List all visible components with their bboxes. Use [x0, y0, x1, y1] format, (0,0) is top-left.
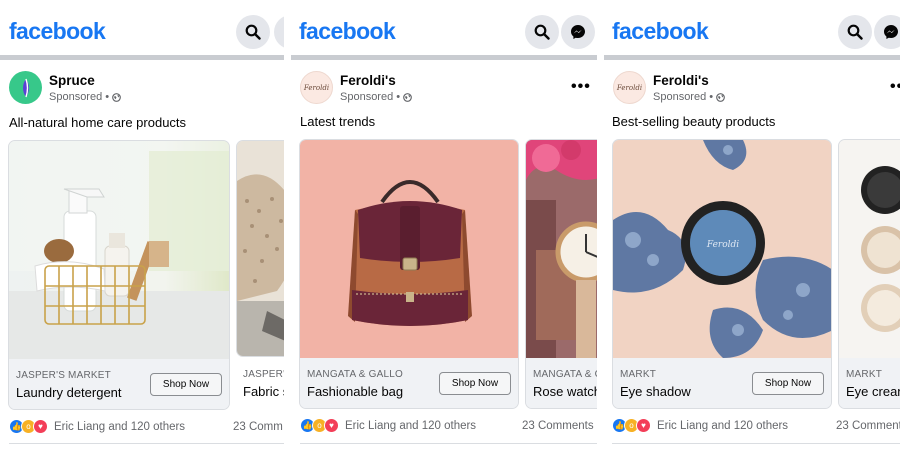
reaction-names: Eric Liang and 120 others — [54, 420, 186, 433]
card-footer: MARKT Eye shadow Shop Now — [613, 358, 831, 408]
comments-count[interactable]: 23 Comment — [836, 420, 900, 432]
app-header: facebook — [291, 0, 597, 55]
more-icon: •• — [890, 78, 900, 95]
shop-now-button[interactable]: Shop Now — [439, 372, 511, 395]
facebook-logo[interactable]: facebook — [9, 18, 106, 45]
carousel-card[interactable]: JASPER'S MARKET Laundry detergent Shop N… — [8, 140, 230, 410]
facebook-logo[interactable]: facebook — [612, 18, 709, 45]
more-options-button[interactable]: ••• — [571, 78, 591, 96]
sponsored-label: Sponsored • — [340, 91, 412, 103]
globe-icon — [112, 92, 121, 102]
ad-panel-feroldis-beauty: facebook Feroldi Feroldi's Sponsored • •… — [604, 0, 900, 450]
carousel-card[interactable]: Feroldi MARKT Eye shadow Shop Now — [612, 139, 832, 409]
product-name: Eye shadow — [620, 384, 691, 399]
product-image-bag — [300, 140, 518, 358]
sponsored-text: Sponsored • — [653, 91, 714, 103]
search-button[interactable] — [236, 15, 270, 49]
love-reaction-icon: ♥ — [33, 419, 48, 434]
messenger-icon — [571, 25, 585, 39]
sponsored-text: Sponsored • — [340, 91, 401, 103]
carousel-card[interactable]: MANGATA & GALLO Fashionable bag Shop Now — [299, 139, 519, 409]
card-footer: MANGATA & G Rose watch — [526, 358, 597, 408]
card-footer: JASPER'S MARKET Laundry detergent Shop N… — [9, 359, 229, 409]
product-name: Rose watch — [533, 384, 597, 399]
avatar[interactable]: Feroldi — [300, 71, 333, 104]
card-footer: MANGATA & GALLO Fashionable bag Shop Now — [300, 358, 518, 408]
product-image-laundry — [9, 141, 229, 359]
product-image-eyecream — [839, 140, 900, 358]
product-name: Laundry detergent — [16, 385, 122, 400]
post-header: Feroldi Feroldi's Sponsored • ••• — [291, 60, 597, 112]
comments-count[interactable]: 23 Comm — [233, 421, 283, 433]
post-divider — [300, 443, 597, 444]
messenger-icon — [884, 25, 898, 39]
reaction-summary[interactable]: 👍 o ♥ Eric Liang and 120 others — [9, 419, 185, 434]
post-header: Feroldi Feroldi's Sponsored • •• — [604, 60, 900, 112]
shop-name: JASPER'S — [243, 369, 284, 380]
carousel-card[interactable] — [236, 140, 284, 357]
product-image-watch — [526, 140, 597, 358]
comments-count[interactable]: 23 Comments — [522, 420, 594, 432]
globe-icon — [403, 92, 412, 102]
product-image-fabric — [237, 141, 284, 356]
shop-name: MANGATA & GALLO — [307, 369, 403, 380]
carousel-card[interactable]: MANGATA & G Rose watch — [525, 139, 597, 409]
shop-name: MARKT — [846, 369, 882, 380]
product-name: Eye crean — [846, 384, 900, 399]
more-options-button[interactable]: •• — [890, 78, 900, 96]
love-reaction-icon: ♥ — [636, 418, 651, 433]
post-divider — [612, 443, 900, 444]
sponsored-label: Sponsored • — [49, 91, 121, 103]
product-name: Fabric s — [243, 384, 284, 399]
post-text: Latest trends — [300, 114, 376, 129]
search-icon — [245, 24, 261, 40]
product-name: Fashionable bag — [307, 384, 404, 399]
reaction-names: Eric Liang and 120 others — [345, 419, 477, 432]
sponsored-label: Sponsored • — [653, 91, 725, 103]
product-image-eyeshadow: Feroldi — [613, 140, 831, 358]
reaction-summary[interactable]: 👍 o ♥ Eric Liang and 120 others — [300, 418, 476, 433]
search-icon — [534, 24, 550, 40]
reaction-summary[interactable]: 👍 o ♥ Eric Liang and 120 others — [612, 418, 788, 433]
ad-panel-spruce: facebook Spruce Sponsored • All-natural … — [0, 0, 284, 450]
post-text: Best-selling beauty products — [612, 114, 776, 129]
more-icon: ••• — [571, 78, 591, 95]
post-text: All-natural home care products — [9, 115, 187, 130]
page-name[interactable]: Spruce — [49, 73, 95, 88]
search-icon — [847, 24, 863, 40]
page-name[interactable]: Feroldi's — [340, 73, 396, 88]
app-header: facebook — [0, 0, 284, 55]
messenger-button[interactable] — [874, 15, 900, 49]
compact-brand-imprint: Feroldi — [706, 240, 739, 250]
facebook-logo[interactable]: facebook — [299, 18, 396, 45]
shop-now-button[interactable]: Shop Now — [150, 373, 222, 396]
shop-name: MANGATA & G — [533, 369, 597, 380]
sponsored-text: Sponsored • — [49, 91, 110, 103]
shop-now-button[interactable]: Shop Now — [752, 372, 824, 395]
messenger-icon — [283, 24, 284, 40]
messenger-button[interactable] — [274, 15, 284, 49]
avatar[interactable]: Feroldi — [613, 71, 646, 104]
love-reaction-icon: ♥ — [324, 418, 339, 433]
card-footer: MARKT Eye crean — [839, 358, 900, 408]
avatar[interactable] — [9, 71, 42, 104]
shop-name: JASPER'S MARKET — [16, 370, 111, 381]
reaction-names: Eric Liang and 120 others — [657, 419, 789, 432]
search-button[interactable] — [525, 15, 559, 49]
carousel-card[interactable]: MARKT Eye crean — [838, 139, 900, 409]
app-header: facebook — [604, 0, 900, 55]
globe-icon — [716, 92, 725, 102]
messenger-button[interactable] — [561, 15, 595, 49]
ad-panel-feroldis-bag: facebook Feroldi Feroldi's Sponsored • •… — [291, 0, 597, 450]
spruce-leaf-icon — [22, 78, 29, 97]
shop-name: MARKT — [620, 369, 656, 380]
search-button[interactable] — [838, 15, 872, 49]
post-header: Spruce Sponsored • — [0, 60, 284, 112]
page-name[interactable]: Feroldi's — [653, 73, 709, 88]
post-divider — [9, 443, 284, 444]
